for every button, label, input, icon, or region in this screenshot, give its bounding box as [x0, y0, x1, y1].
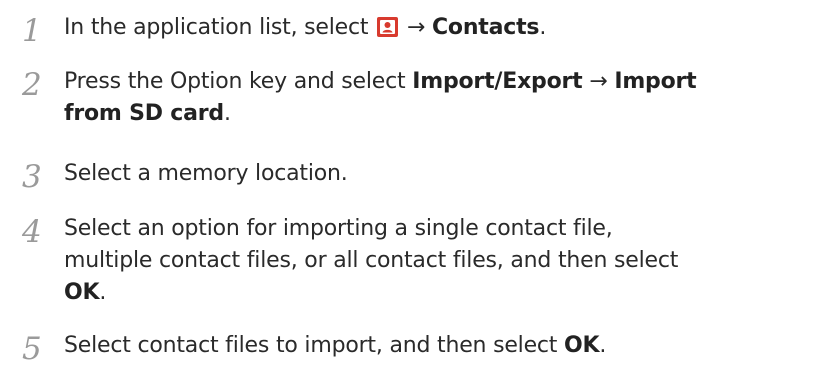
step-text: Select contact files to import, and then…	[64, 333, 607, 358]
step-number: 5	[22, 331, 42, 367]
step-text: In the application list, select → Contac…	[64, 15, 547, 40]
step-text: Select a memory location.	[64, 161, 348, 186]
step-number: 3	[22, 159, 42, 195]
instruction-steps: 1 In the application list, select → Cont…	[0, 0, 824, 367]
step-number: 1	[22, 13, 42, 49]
contacts-app-icon	[377, 17, 399, 37]
step-text: Select an option for importing a single …	[64, 216, 679, 305]
step-text: Press the Option key and select Import/E…	[64, 69, 697, 126]
step-number: 4	[22, 214, 42, 250]
step-number: 2	[22, 67, 42, 103]
